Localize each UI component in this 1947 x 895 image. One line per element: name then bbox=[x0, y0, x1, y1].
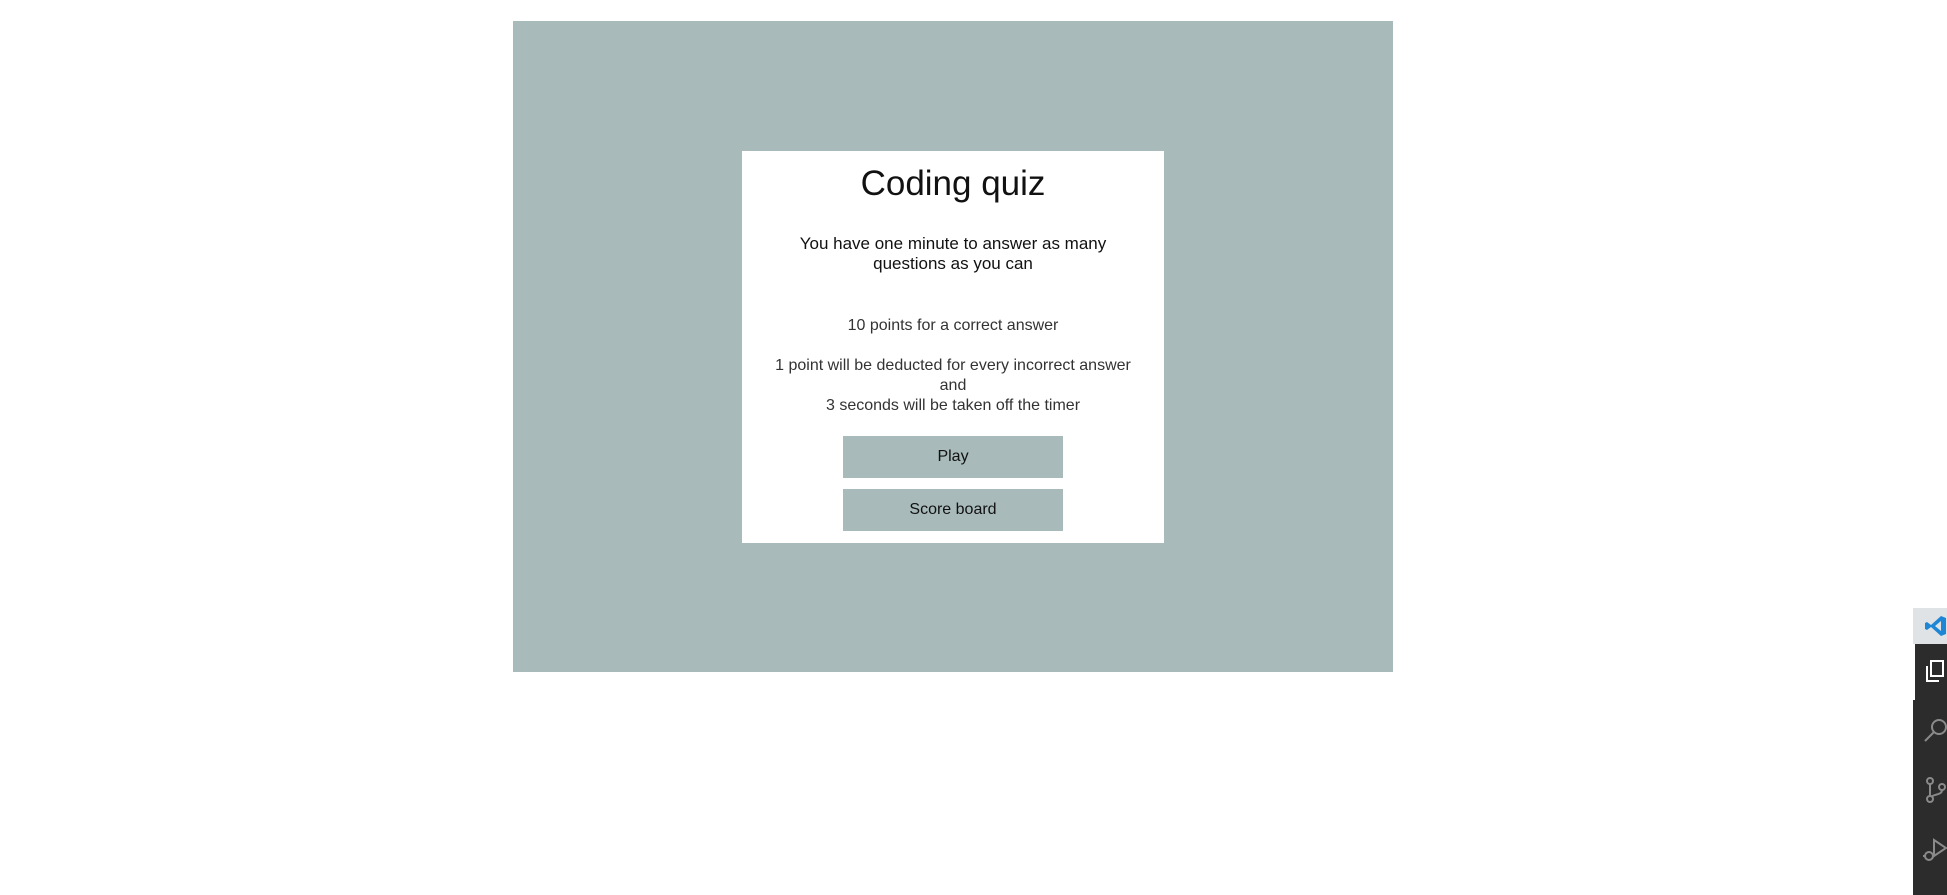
penalty-rule-connector: and bbox=[939, 377, 967, 394]
quiz-intro: You have one minute to answer as many qu… bbox=[799, 234, 1107, 273]
play-button[interactable]: Play bbox=[843, 436, 1063, 478]
active-view-marker bbox=[1913, 644, 1915, 700]
page-title: Coding quiz bbox=[860, 164, 1046, 203]
vscode-activity-bar bbox=[1913, 608, 1947, 895]
scoreboard-button[interactable]: Score board bbox=[843, 489, 1063, 531]
vscode-logo-cell[interactable] bbox=[1913, 608, 1947, 644]
penalty-rule-line: 1 point will be deducted for every incor… bbox=[775, 357, 1131, 374]
points-rule: 10 points for a correct answer bbox=[847, 317, 1059, 334]
search-icon[interactable] bbox=[1922, 716, 1947, 746]
quiz-start-card: Coding quiz You have one minute to answe… bbox=[742, 151, 1164, 543]
run-debug-icon[interactable] bbox=[1922, 834, 1947, 864]
source-control-icon[interactable] bbox=[1922, 775, 1947, 805]
penalty-rule-line: 3 seconds will be taken off the timer bbox=[825, 397, 1081, 414]
explorer-icon[interactable] bbox=[1922, 657, 1947, 687]
quiz-stage: Coding quiz You have one minute to answe… bbox=[513, 21, 1393, 672]
penalty-rule: 1 point will be deducted for every incor… bbox=[766, 356, 1140, 416]
vscode-logo-icon bbox=[1922, 612, 1947, 642]
